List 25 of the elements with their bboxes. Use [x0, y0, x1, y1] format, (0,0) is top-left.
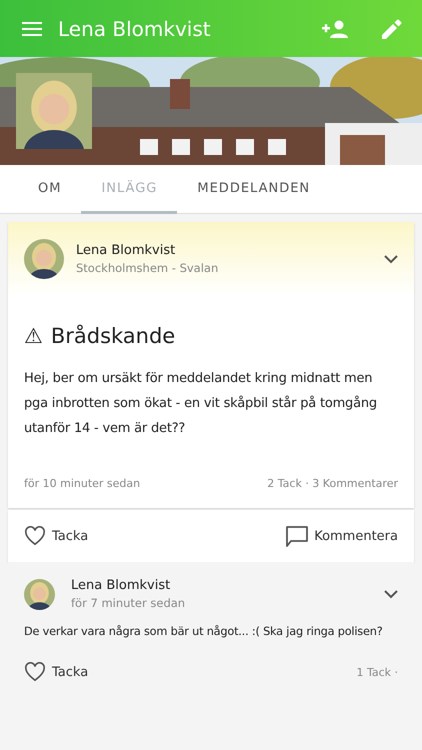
- speech-bubble-icon: [286, 526, 308, 546]
- heart-icon: [24, 662, 46, 682]
- warning-icon: ⚠: [24, 324, 43, 348]
- app-title: Lena Blomkvist: [58, 16, 212, 40]
- chevron-down-icon[interactable]: [384, 590, 398, 598]
- comment-button[interactable]: Kommentera: [286, 526, 398, 546]
- post-title: Brådskande: [50, 324, 176, 348]
- comment-time: för 7 minuter sedan: [71, 596, 186, 610]
- tab[interactable]: OM: [18, 165, 82, 214]
- author-name: Lena Blomkvist: [76, 243, 176, 258]
- post-body: Hej, ber om ursäkt för meddelandet kring midnatt men pga inbrotten som ökat - en vit skåpbil står på tomgång utanför 14 - vem är det??: [23, 370, 378, 438]
- chevron-down-icon[interactable]: [384, 254, 398, 264]
- group-name: Stockholmshem - Svalan: [76, 261, 220, 275]
- comment-stats: 1 Tack ·: [356, 666, 398, 678]
- thank-button[interactable]: Tacka: [24, 662, 88, 682]
- pencil-icon[interactable]: [382, 18, 402, 38]
- add-person-icon[interactable]: [322, 20, 348, 38]
- heart-icon: [24, 526, 46, 546]
- post-stats: 2 Tack · 3 Kommentarer: [267, 477, 398, 490]
- thank-button[interactable]: Tacka: [24, 526, 88, 546]
- menu-icon[interactable]: [22, 22, 42, 36]
- post-time: för 10 minuter sedan: [24, 477, 140, 490]
- tab[interactable]: MEDDELANDEN: [177, 165, 330, 214]
- author-name: Lena Blomkvist: [71, 578, 172, 593]
- comment-text: De verkar vara några som bär ut något... :( Ska jag ringa polisen?: [24, 624, 384, 640]
